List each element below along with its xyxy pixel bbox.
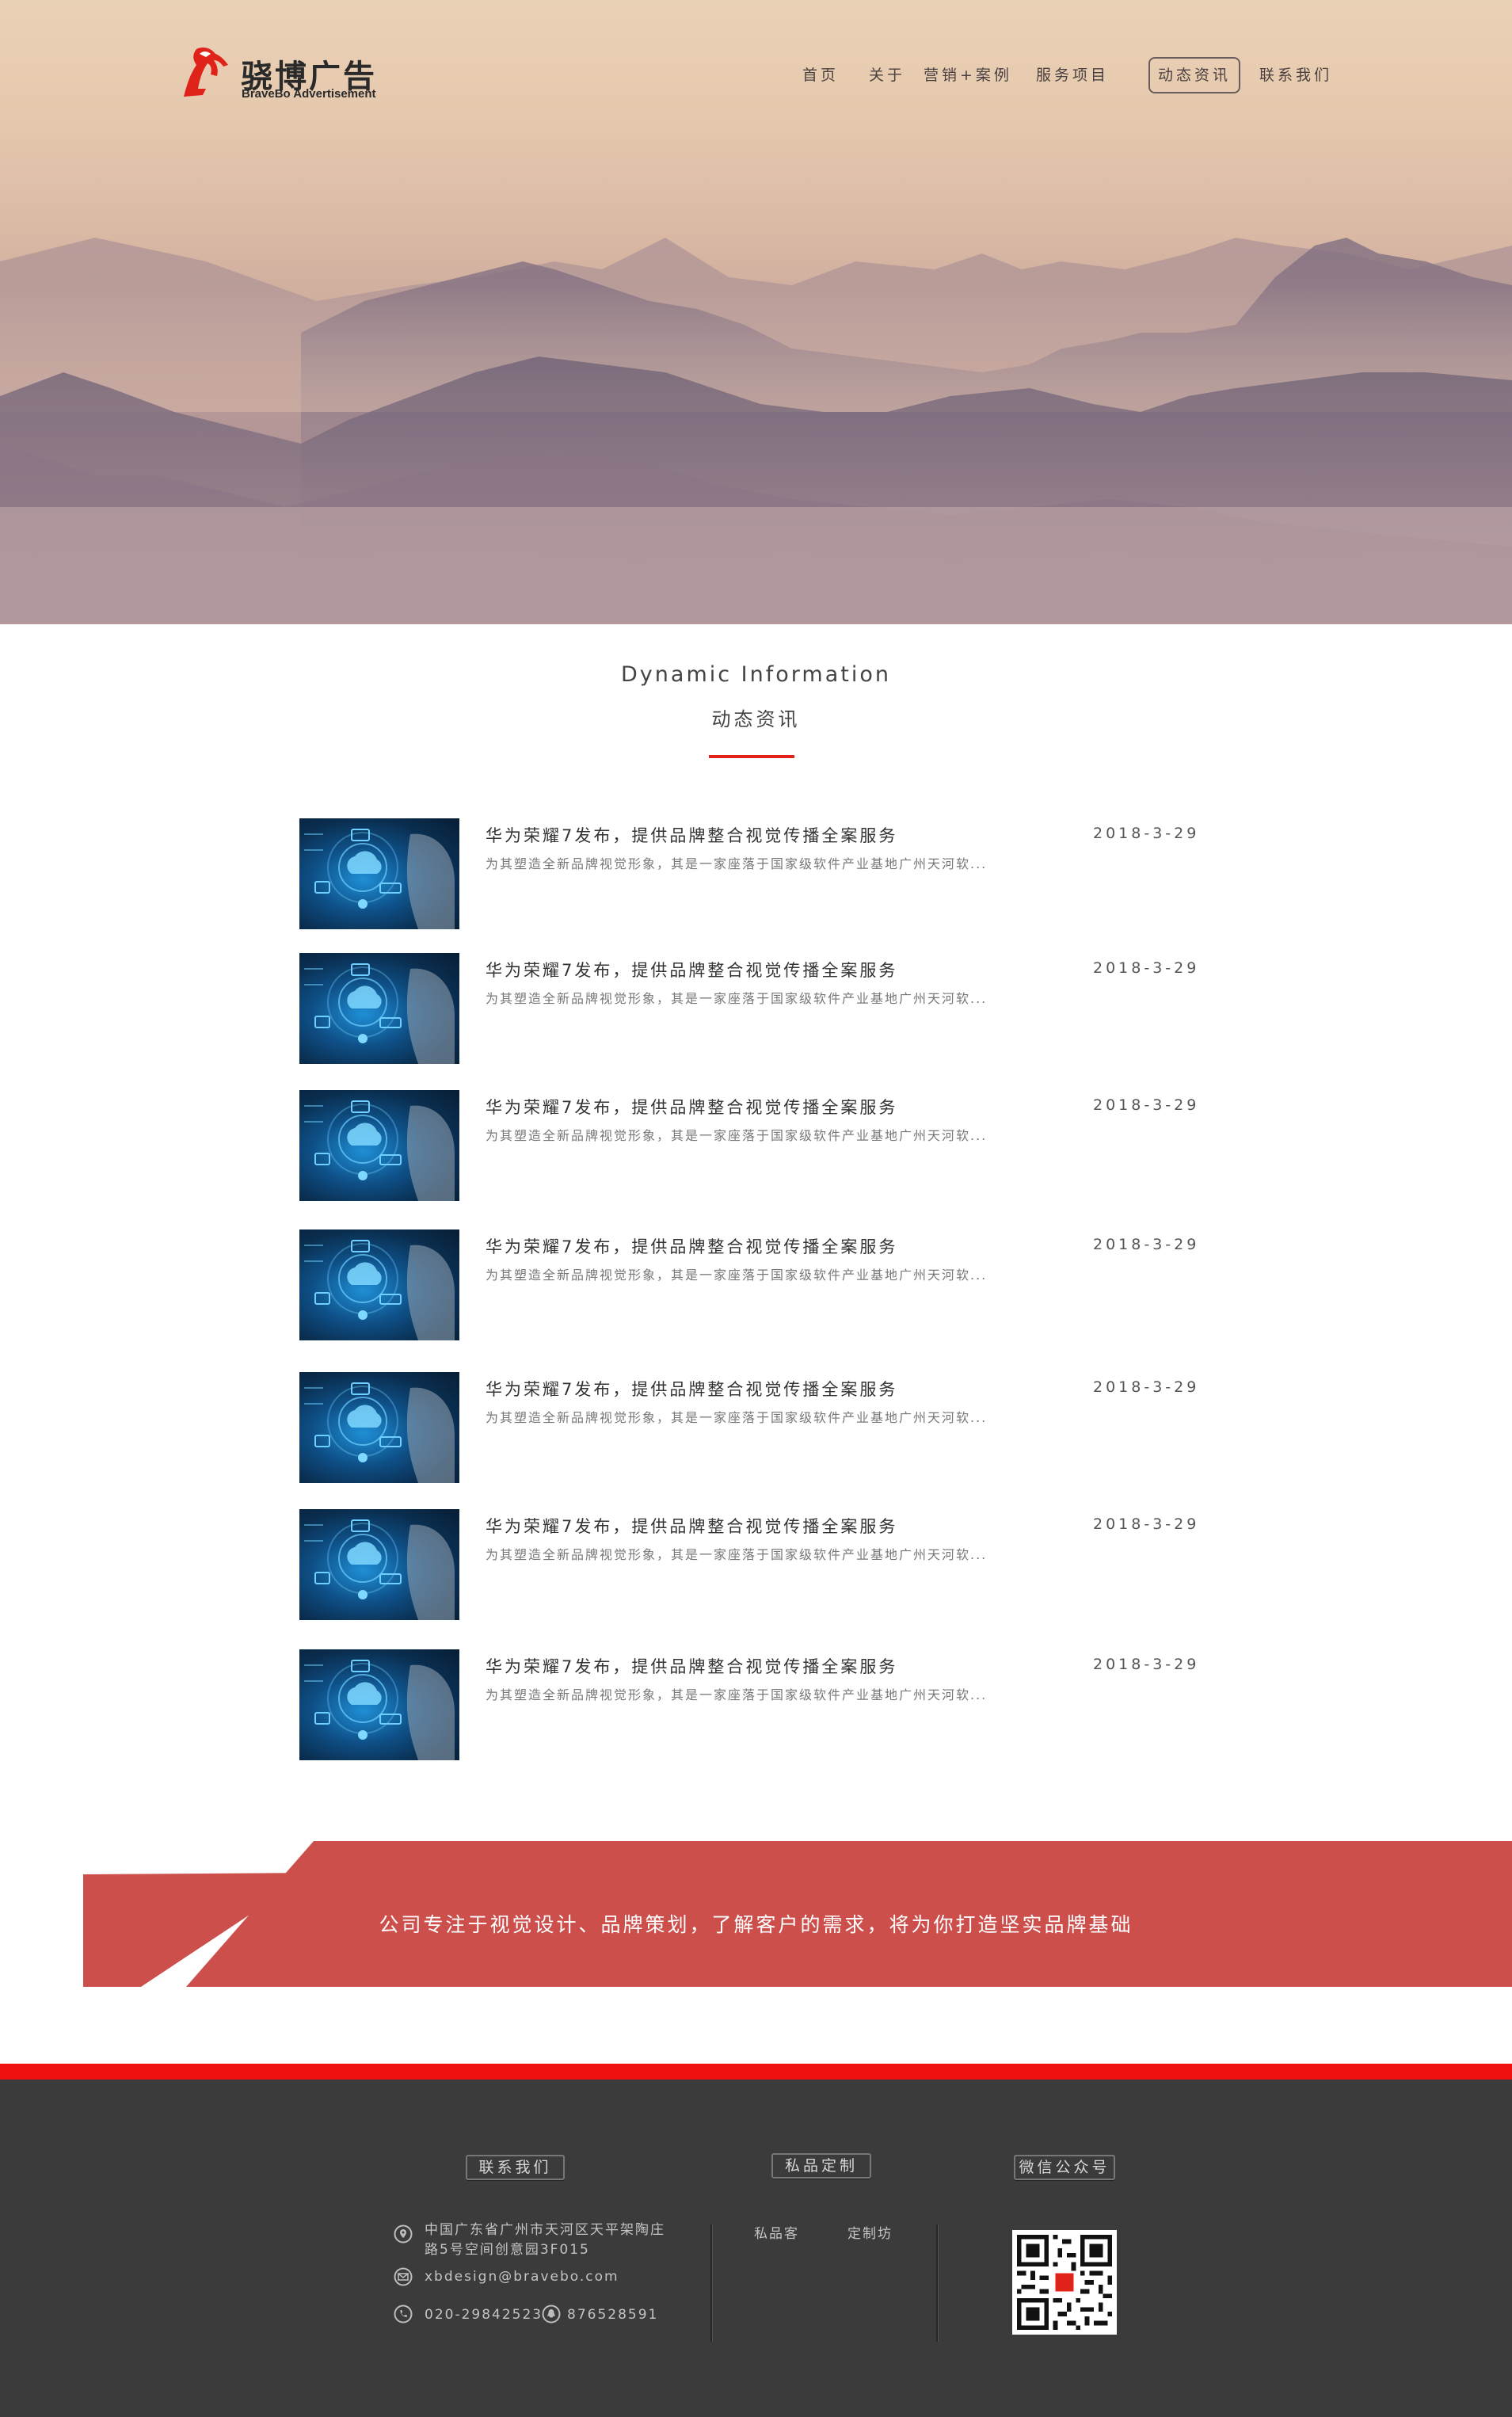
news-title[interactable]: 华为荣耀7发布，提供品牌整合视觉传播全案服务: [486, 1377, 897, 1401]
footer-top-line: [0, 2064, 1512, 2080]
news-description: 为其塑造全新品牌视觉形象，其是一家座落于国家级软件产业基地广州天河软...: [486, 1410, 988, 1425]
footer-contact-title: 联系我们: [466, 2155, 565, 2180]
cloud-tech-icon: [304, 963, 455, 1064]
news-title[interactable]: 华为荣耀7发布，提供品牌整合视觉传播全案服务: [486, 958, 897, 982]
news-thumbnail-image: [299, 1090, 459, 1201]
nav-item-marketing-cases[interactable]: 营销+案例: [924, 57, 1012, 93]
news-description: 为其塑造全新品牌视觉形象，其是一家座落于国家级软件产业基地广州天河软...: [486, 1268, 988, 1283]
footer-wechat-title: 微信公众号: [1014, 2155, 1115, 2180]
qr-code-icon: [1017, 2235, 1112, 2330]
qq-icon: [542, 2305, 561, 2324]
news-description: 为其塑造全新品牌视觉形象，其是一家座落于国家级软件产业基地广州天河软...: [486, 1128, 988, 1143]
footer-custom-title: 私品定制: [771, 2153, 871, 2179]
news-date: 2018-3-29: [1093, 959, 1200, 977]
news-item[interactable]: 华为荣耀7发布，提供品牌整合视觉传播全案服务 为其塑造全新品牌视觉形象，其是一家…: [299, 818, 1196, 929]
phone-icon: [394, 2305, 413, 2324]
hero-banner: 骁博广告 BraveBo Advertisement 首页 关于 营销+案例 服…: [0, 0, 1512, 624]
section-title-cn: 动态资讯: [711, 708, 801, 730]
news-item[interactable]: 华为荣耀7发布，提供品牌整合视觉传播全案服务 为其塑造全新品牌视觉形象，其是一家…: [299, 1649, 1196, 1760]
footer-email[interactable]: xbdesign@bravebo.com: [425, 2267, 619, 2286]
cloud-tech-icon: [304, 1660, 455, 1760]
cloud-tech-icon: [304, 1240, 455, 1340]
news-date: 2018-3-29: [1093, 1515, 1200, 1533]
news-thumbnail-image: [299, 1229, 459, 1340]
news-thumbnail-image: [299, 953, 459, 1064]
main-nav: 首页 关于 营销+案例 服务项目 动态资讯 联系我们: [0, 57, 1512, 97]
news-date: 2018-3-29: [1093, 825, 1200, 842]
slogan-text: 公司专注于视觉设计、品牌策划，了解客户的需求，将为你打造坚实品牌基础: [379, 1913, 1133, 1936]
footer-link-dingzhifang[interactable]: 定制坊: [847, 2224, 893, 2244]
news-description: 为其塑造全新品牌视觉形象，其是一家座落于国家级软件产业基地广州天河软...: [486, 991, 988, 1006]
footer-qq: 876528591: [567, 2307, 659, 2323]
news-thumbnail-image: [299, 1372, 459, 1483]
nav-item-about[interactable]: 关于: [869, 57, 905, 93]
footer-divider-right: [936, 2224, 938, 2342]
news-thumbnail-image: [299, 1509, 459, 1620]
news-thumbnail-image: [299, 1649, 459, 1760]
news-item[interactable]: 华为荣耀7发布，提供品牌整合视觉传播全案服务 为其塑造全新品牌视觉形象，其是一家…: [299, 1090, 1196, 1201]
news-item[interactable]: 华为荣耀7发布，提供品牌整合视觉传播全案服务 为其塑造全新品牌视觉形象，其是一家…: [299, 1509, 1196, 1620]
wechat-qr-code: [1012, 2230, 1117, 2335]
news-date: 2018-3-29: [1093, 1378, 1200, 1396]
news-thumbnail-image: [299, 818, 459, 929]
news-date: 2018-3-29: [1093, 1236, 1200, 1253]
email-icon: [394, 2267, 413, 2286]
footer-phone: 020-29842523: [425, 2307, 543, 2323]
news-date: 2018-3-29: [1093, 1656, 1200, 1673]
location-pin-icon: [394, 2224, 413, 2244]
section-title-underline: [709, 755, 794, 758]
news-title[interactable]: 华为荣耀7发布，提供品牌整合视觉传播全案服务: [486, 1234, 897, 1258]
footer-address-line2: 路5号空间创意园3F015: [425, 2242, 590, 2258]
cloud-tech-icon: [304, 1382, 455, 1483]
cloud-tech-icon: [304, 1519, 455, 1620]
news-item[interactable]: 华为荣耀7发布，提供品牌整合视觉传播全案服务 为其塑造全新品牌视觉形象，其是一家…: [299, 1229, 1196, 1340]
news-item[interactable]: 华为荣耀7发布，提供品牌整合视觉传播全案服务 为其塑造全新品牌视觉形象，其是一家…: [299, 1372, 1196, 1483]
news-item[interactable]: 华为荣耀7发布，提供品牌整合视觉传播全案服务 为其塑造全新品牌视觉形象，其是一家…: [299, 953, 1196, 1064]
cloud-tech-icon: [304, 829, 455, 929]
section-title-en: Dynamic Information: [621, 662, 891, 687]
news-title[interactable]: 华为荣耀7发布，提供品牌整合视觉传播全案服务: [486, 1654, 897, 1678]
news-date: 2018-3-29: [1093, 1096, 1200, 1114]
news-title[interactable]: 华为荣耀7发布，提供品牌整合视觉传播全案服务: [486, 823, 897, 847]
footer-address-line1: 中国广东省广州市天河区天平架陶庄: [425, 2222, 665, 2238]
news-description: 为其塑造全新品牌视觉形象，其是一家座落于国家级软件产业基地广州天河软...: [486, 1687, 988, 1702]
cloud-tech-icon: [304, 1100, 455, 1201]
nav-item-contact[interactable]: 联系我们: [1259, 57, 1332, 93]
footer-link-sipinke[interactable]: 私品客: [754, 2224, 799, 2244]
news-description: 为其塑造全新品牌视觉形象，其是一家座落于国家级软件产业基地广州天河软...: [486, 1547, 988, 1562]
news-title[interactable]: 华为荣耀7发布，提供品牌整合视觉传播全案服务: [486, 1514, 897, 1538]
footer-divider-left: [710, 2224, 712, 2342]
news-title[interactable]: 华为荣耀7发布，提供品牌整合视觉传播全案服务: [486, 1095, 897, 1119]
nav-item-services[interactable]: 服务项目: [1036, 57, 1109, 93]
news-description: 为其塑造全新品牌视觉形象，其是一家座落于国家级软件产业基地广州天河软...: [486, 856, 988, 871]
footer: [0, 2080, 1512, 2417]
nav-item-home[interactable]: 首页: [802, 57, 839, 93]
nav-item-news[interactable]: 动态资讯: [1148, 57, 1241, 93]
